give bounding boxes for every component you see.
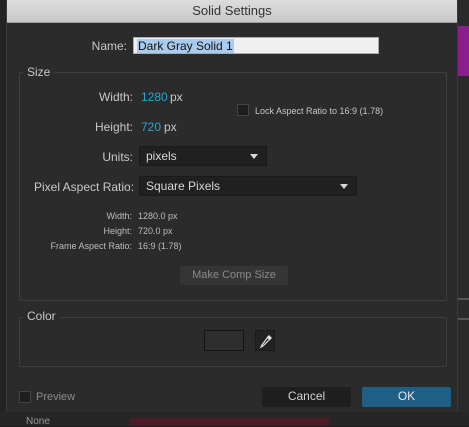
pixel-aspect-ratio-dropdown[interactable]: Square Pixels (139, 176, 357, 196)
size-group-title: Size (23, 65, 55, 79)
name-label: Name: (91, 39, 127, 53)
info-frame-aspect-value: 16:9 (1.78) (138, 241, 182, 251)
width-value[interactable]: 1280 (141, 90, 168, 104)
info-height-label: Height: (103, 226, 132, 236)
pixel-aspect-ratio-label: Pixel Aspect Ratio: (34, 180, 135, 194)
width-label: Width: (98, 90, 133, 104)
eyedropper-icon (259, 335, 272, 349)
make-comp-size-button[interactable]: Make Comp Size (180, 266, 288, 285)
cancel-button[interactable]: Cancel (262, 387, 351, 407)
solid-settings-dialog: Solid Settings Name: Dark Gray Solid 1 S… (6, 0, 458, 412)
units-dropdown[interactable]: pixels (139, 146, 267, 166)
preview-label: Preview (36, 391, 76, 403)
info-height-value: 720.0 px (138, 226, 173, 236)
lock-aspect-checkbox[interactable] (237, 104, 249, 116)
color-swatch[interactable] (204, 330, 244, 351)
preview-checkbox[interactable] (19, 391, 31, 403)
units-dropdown-value: pixels (146, 149, 177, 163)
color-group-title: Color (23, 309, 60, 323)
name-input-value: Dark Gray Solid 1 (137, 39, 234, 53)
chevron-down-icon (340, 184, 348, 189)
height-label: Height: (94, 120, 133, 134)
info-frame-aspect-label: Frame Aspect Ratio: (50, 241, 132, 251)
info-width-value: 1280.0 px (138, 211, 178, 221)
chevron-down-icon (250, 154, 258, 159)
width-unit: px (170, 90, 183, 104)
background-magenta-layer (458, 26, 469, 76)
background-timeline-bar (130, 418, 330, 426)
ok-button[interactable]: OK (362, 387, 451, 407)
dialog-title: Solid Settings (7, 0, 457, 23)
background-divider (458, 298, 469, 300)
units-label: Units: (102, 150, 133, 164)
info-width-label: Width: (106, 211, 132, 221)
name-input[interactable]: Dark Gray Solid 1 (133, 37, 379, 54)
eyedropper-button[interactable] (255, 330, 275, 351)
background-blend-mode-text: None (26, 416, 50, 427)
height-unit: px (164, 120, 177, 134)
pixel-aspect-ratio-value: Square Pixels (146, 179, 221, 193)
background-divider (458, 318, 469, 320)
lock-aspect-label: Lock Aspect Ratio to 16:9 (1.78) (255, 106, 384, 116)
height-value[interactable]: 720 (141, 120, 161, 134)
